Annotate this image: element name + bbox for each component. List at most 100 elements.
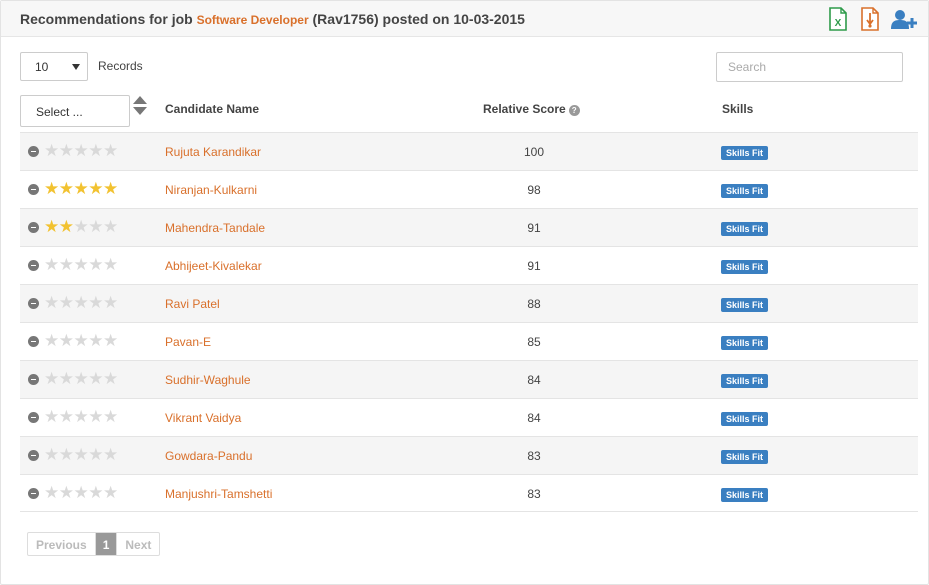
star-icon[interactable]: ★ — [44, 217, 59, 236]
candidate-name-link[interactable]: Sudhir-Waghule — [165, 373, 251, 387]
next-page-button[interactable]: Next — [116, 533, 159, 555]
star-icon[interactable]: ★ — [103, 369, 118, 388]
star-icon[interactable]: ★ — [103, 445, 118, 464]
star-icon[interactable]: ★ — [74, 141, 89, 160]
star-icon[interactable]: ★ — [74, 407, 89, 426]
previous-page-button[interactable]: Previous — [28, 533, 96, 555]
star-icon[interactable]: ★ — [74, 217, 89, 236]
star-rating[interactable]: ★★★★★ — [44, 370, 118, 387]
excel-export-icon[interactable]: X — [826, 7, 850, 31]
star-rating[interactable]: ★★★★★ — [44, 294, 118, 311]
candidate-name-link[interactable]: Rujuta Karandikar — [165, 145, 261, 159]
search-input[interactable] — [716, 52, 903, 82]
star-icon[interactable]: ★ — [59, 293, 74, 312]
remove-candidate-icon[interactable] — [28, 222, 39, 233]
star-icon[interactable]: ★ — [88, 445, 103, 464]
remove-candidate-icon[interactable] — [28, 488, 39, 499]
candidate-name-link[interactable]: Niranjan-Kulkarni — [165, 183, 257, 197]
remove-candidate-icon[interactable] — [28, 184, 39, 195]
current-page-button[interactable]: 1 — [95, 533, 117, 555]
skills-fit-badge[interactable]: Skills Fit — [721, 184, 769, 198]
candidate-name-link[interactable]: Abhijeet-Kivalekar — [165, 259, 262, 273]
star-rating[interactable]: ★★★★★ — [44, 256, 118, 273]
star-icon[interactable]: ★ — [103, 483, 118, 502]
star-icon[interactable]: ★ — [88, 217, 103, 236]
pdf-export-icon[interactable] — [858, 7, 882, 31]
star-rating[interactable]: ★★★★★ — [44, 446, 118, 463]
add-user-icon[interactable] — [890, 7, 918, 31]
sort-toggle[interactable] — [133, 96, 147, 118]
star-rating[interactable]: ★★★★★ — [44, 484, 118, 501]
skills-fit-badge[interactable]: Skills Fit — [721, 412, 769, 426]
job-title-link[interactable]: Software Developer — [197, 13, 309, 27]
star-icon[interactable]: ★ — [59, 255, 74, 274]
remove-candidate-icon[interactable] — [28, 412, 39, 423]
rating-filter-select[interactable]: Select ... — [20, 95, 130, 127]
star-icon[interactable]: ★ — [88, 331, 103, 350]
star-icon[interactable]: ★ — [103, 293, 118, 312]
column-header-skills[interactable]: Skills — [722, 102, 753, 116]
candidate-name-link[interactable]: Vikrant Vaidya — [165, 411, 241, 425]
remove-candidate-icon[interactable] — [28, 336, 39, 347]
star-icon[interactable]: ★ — [88, 369, 103, 388]
star-icon[interactable]: ★ — [44, 445, 59, 464]
star-icon[interactable]: ★ — [88, 407, 103, 426]
candidate-name-link[interactable]: Gowdara-Pandu — [165, 449, 252, 463]
help-icon[interactable]: ? — [568, 105, 580, 116]
star-icon[interactable]: ★ — [59, 445, 74, 464]
star-icon[interactable]: ★ — [44, 331, 59, 350]
star-icon[interactable]: ★ — [74, 331, 89, 350]
star-icon[interactable]: ★ — [59, 179, 74, 198]
skills-fit-badge[interactable]: Skills Fit — [721, 450, 769, 464]
star-rating[interactable]: ★★★★★ — [44, 142, 118, 159]
skills-fit-badge[interactable]: Skills Fit — [721, 260, 769, 274]
sort-down-icon[interactable] — [133, 107, 147, 115]
star-icon[interactable]: ★ — [88, 141, 103, 160]
skills-fit-badge[interactable]: Skills Fit — [721, 298, 769, 312]
star-icon[interactable]: ★ — [44, 369, 59, 388]
remove-candidate-icon[interactable] — [28, 450, 39, 461]
star-icon[interactable]: ★ — [103, 331, 118, 350]
candidate-name-link[interactable]: Manjushri-Tamshetti — [165, 487, 272, 501]
star-icon[interactable]: ★ — [103, 255, 118, 274]
remove-candidate-icon[interactable] — [28, 374, 39, 385]
star-rating[interactable]: ★★★★★ — [44, 408, 118, 425]
remove-candidate-icon[interactable] — [28, 260, 39, 271]
star-icon[interactable]: ★ — [59, 369, 74, 388]
records-per-page-select[interactable]: 10 — [20, 52, 88, 81]
star-icon[interactable]: ★ — [44, 483, 59, 502]
star-icon[interactable]: ★ — [88, 179, 103, 198]
star-icon[interactable]: ★ — [74, 483, 89, 502]
star-icon[interactable]: ★ — [74, 293, 89, 312]
star-icon[interactable]: ★ — [74, 369, 89, 388]
star-icon[interactable]: ★ — [59, 483, 74, 502]
star-icon[interactable]: ★ — [44, 141, 59, 160]
skills-fit-badge[interactable]: Skills Fit — [721, 336, 769, 350]
star-icon[interactable]: ★ — [44, 255, 59, 274]
star-icon[interactable]: ★ — [88, 293, 103, 312]
column-header-candidate-name[interactable]: Candidate Name — [165, 102, 259, 116]
skills-fit-badge[interactable]: Skills Fit — [721, 222, 769, 236]
candidate-name-link[interactable]: Pavan-E — [165, 335, 211, 349]
star-icon[interactable]: ★ — [103, 141, 118, 160]
star-rating[interactable]: ★★★★★ — [44, 332, 118, 349]
candidate-name-link[interactable]: Ravi Patel — [165, 297, 220, 311]
star-icon[interactable]: ★ — [103, 179, 118, 198]
skills-fit-badge[interactable]: Skills Fit — [721, 488, 769, 502]
column-header-relative-score[interactable]: Relative Score? — [483, 102, 580, 116]
star-icon[interactable]: ★ — [103, 407, 118, 426]
star-rating[interactable]: ★★★★★ — [44, 218, 118, 235]
candidate-name-link[interactable]: Mahendra-Tandale — [165, 221, 265, 235]
star-icon[interactable]: ★ — [44, 407, 59, 426]
star-icon[interactable]: ★ — [44, 179, 59, 198]
star-icon[interactable]: ★ — [88, 255, 103, 274]
star-icon[interactable]: ★ — [59, 331, 74, 350]
remove-candidate-icon[interactable] — [28, 298, 39, 309]
sort-up-icon[interactable] — [133, 96, 147, 104]
star-icon[interactable]: ★ — [103, 217, 118, 236]
star-icon[interactable]: ★ — [74, 445, 89, 464]
skills-fit-badge[interactable]: Skills Fit — [721, 374, 769, 388]
star-rating[interactable]: ★★★★★ — [44, 180, 118, 197]
remove-candidate-icon[interactable] — [28, 146, 39, 157]
skills-fit-badge[interactable]: Skills Fit — [721, 146, 769, 160]
